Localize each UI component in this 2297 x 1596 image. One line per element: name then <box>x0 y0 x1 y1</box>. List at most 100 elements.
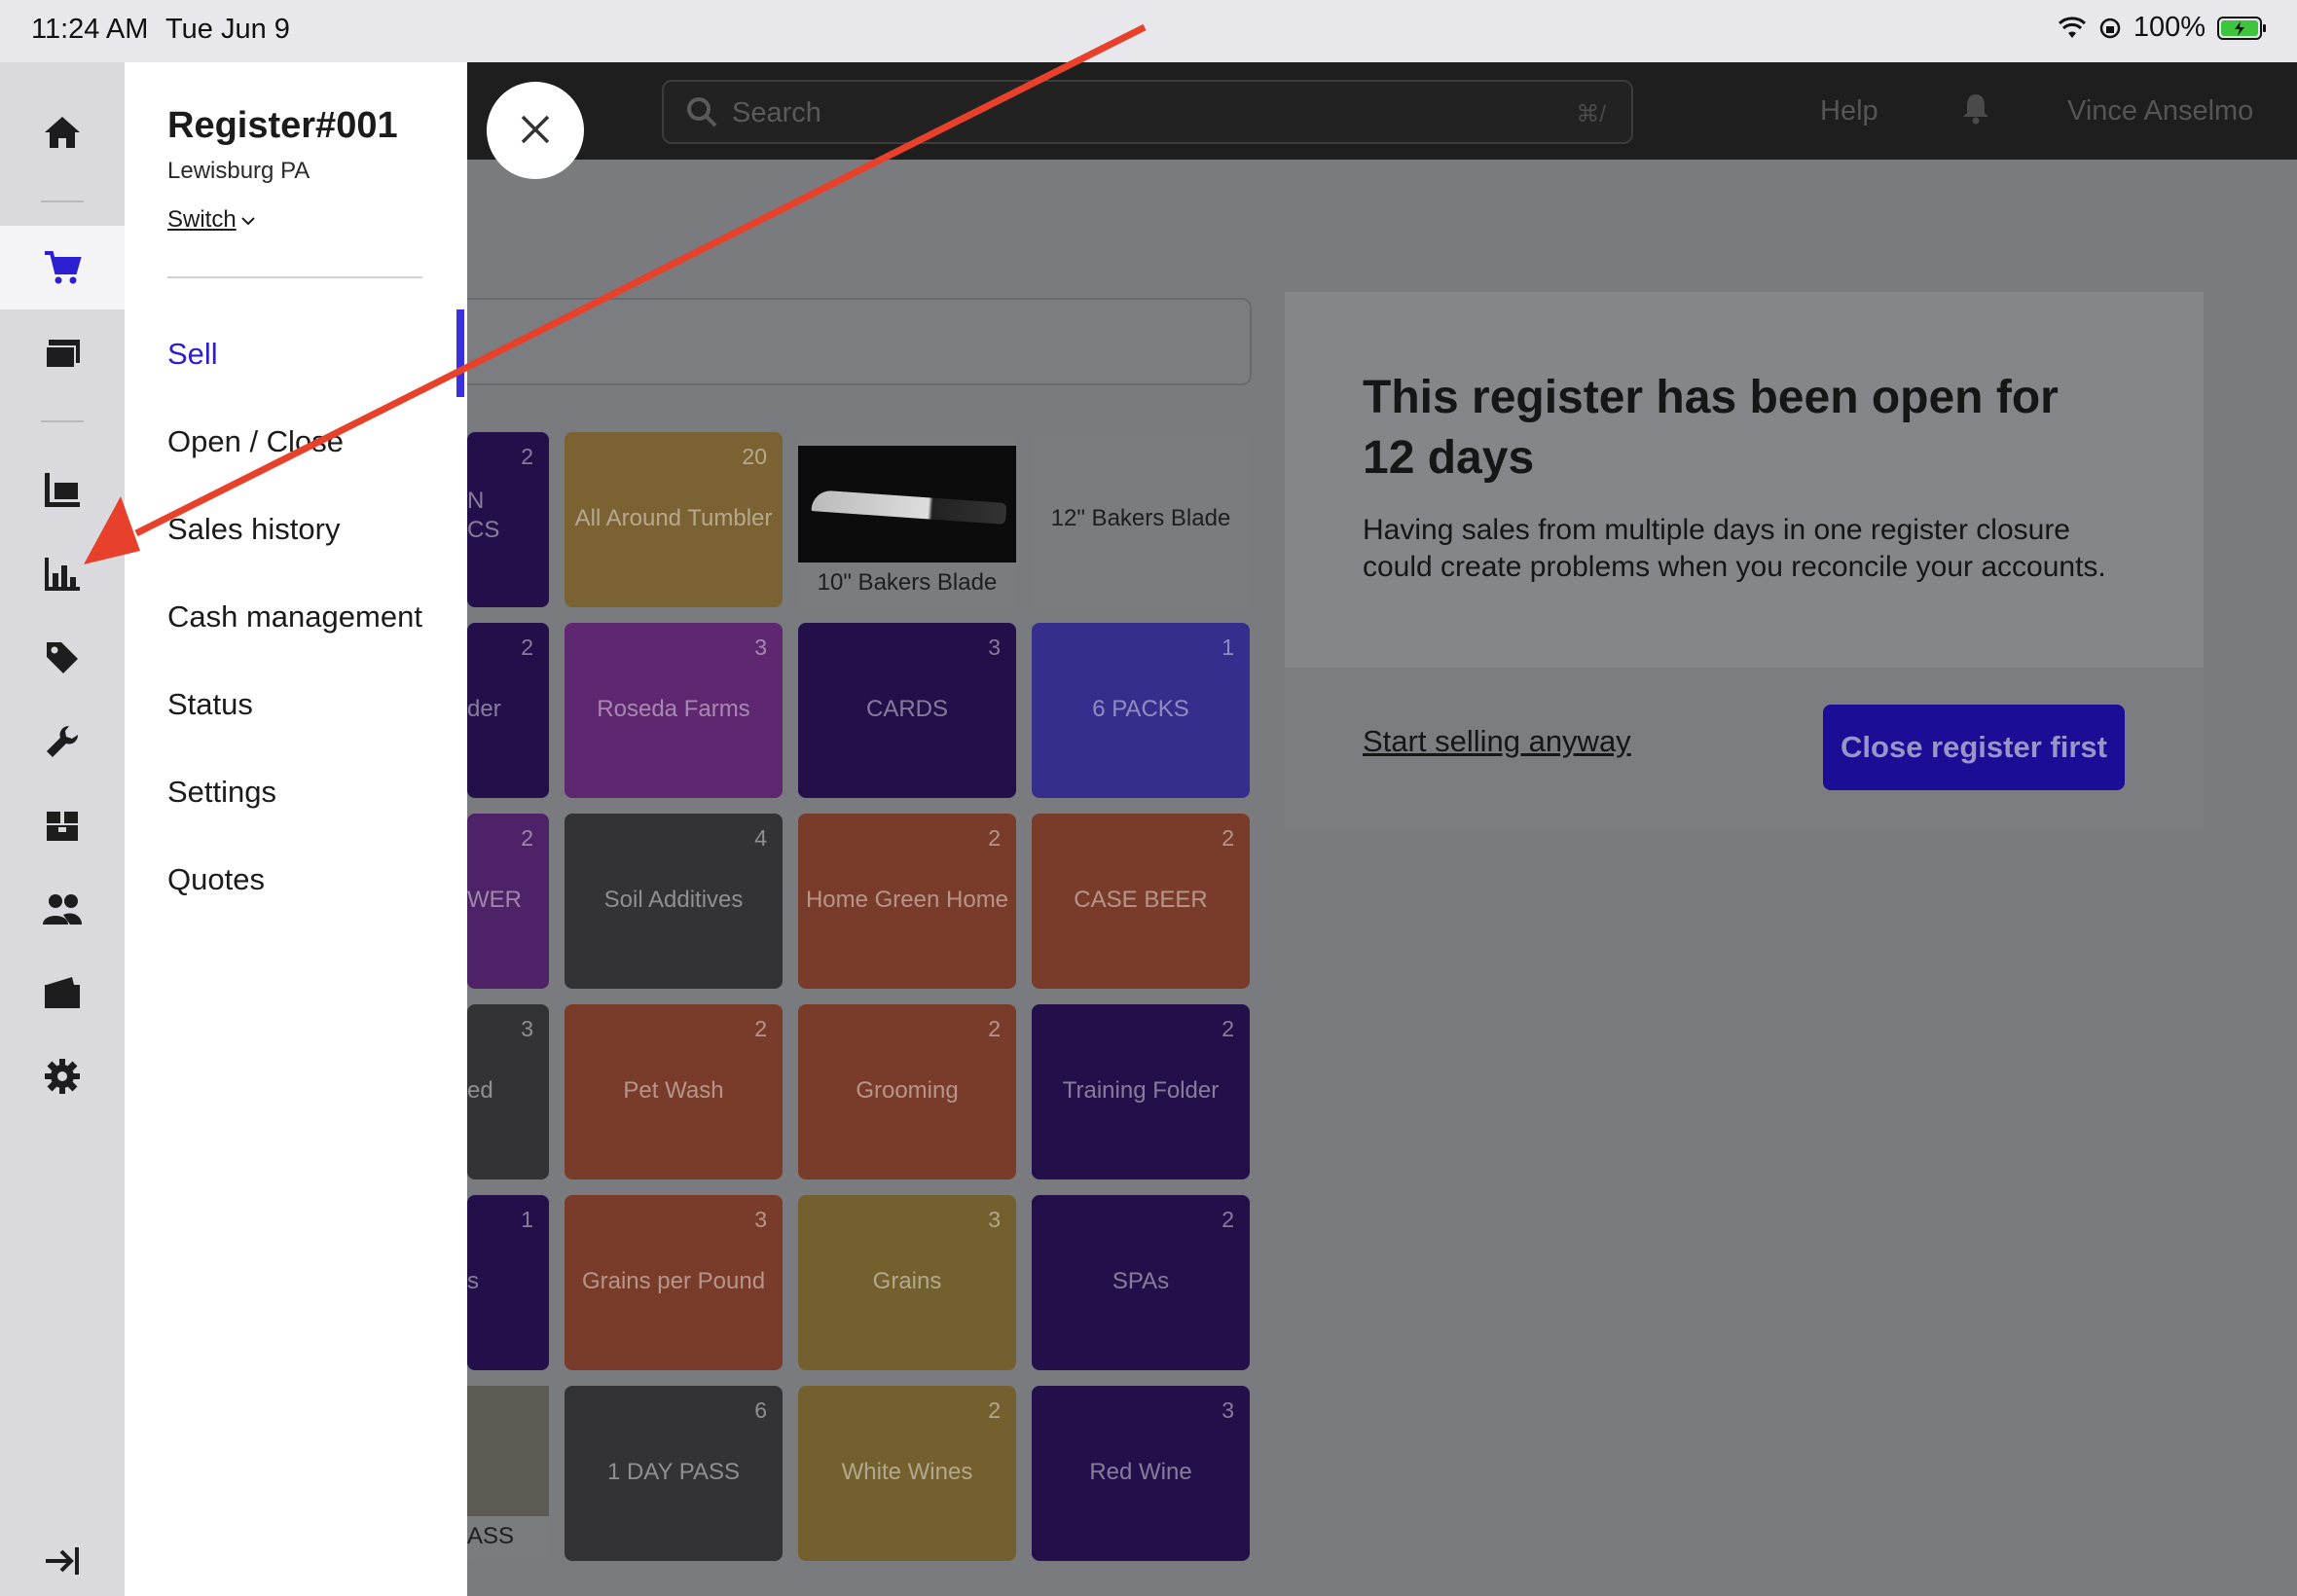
rail-setup[interactable] <box>0 703 125 780</box>
switch-label: Switch <box>167 206 237 233</box>
tile-count: 2 <box>521 635 533 660</box>
tile-count: 1 <box>1221 635 1234 660</box>
drawer-divider <box>167 276 422 278</box>
product-photo <box>467 1386 549 1516</box>
selected-indicator <box>456 309 464 397</box>
rail-inventory[interactable] <box>0 452 125 529</box>
menu-sales-history[interactable]: Sales history <box>167 512 340 547</box>
menu-settings[interactable]: Settings <box>167 775 276 810</box>
quick-key-tile[interactable]: 2 WER <box>467 814 549 989</box>
quick-key-tile[interactable]: 3 CARDS <box>798 623 1016 798</box>
rail-customers[interactable] <box>0 870 125 948</box>
quick-key-tile[interactable]: 2 der <box>467 623 549 798</box>
quick-key-tile[interactable]: 2 Grooming <box>798 1004 1016 1179</box>
rail-reports[interactable] <box>0 535 125 613</box>
rail-collapse[interactable] <box>0 1522 125 1596</box>
quick-key-tile[interactable]: 2 Pet Wash <box>565 1004 783 1179</box>
tile-label: 1 DAY PASS <box>606 1459 741 1485</box>
help-link[interactable]: Help <box>1820 95 1878 127</box>
quick-key-tile[interactable]: 2 SPAs <box>1032 1195 1250 1370</box>
tile-label: N CS <box>467 488 500 543</box>
tile-label: CASE BEER <box>1074 887 1208 913</box>
customers-icon <box>43 894 82 925</box>
tile-count: 1 <box>521 1207 533 1232</box>
stock-icon <box>47 812 78 841</box>
bell-icon[interactable] <box>1960 91 1991 125</box>
rail-divider <box>41 420 84 422</box>
quick-key-tile[interactable]: 1s <box>467 1195 549 1370</box>
wifi-icon <box>2058 16 2086 38</box>
tile-label: Soil Additives <box>603 887 744 913</box>
menu-quotes[interactable]: Quotes <box>167 862 265 897</box>
menu-sell[interactable]: Sell <box>167 337 218 372</box>
quick-key-tile[interactable]: ASS <box>467 1386 549 1561</box>
rail-settings[interactable] <box>0 1037 125 1115</box>
tile-label: 6 PACKS <box>1092 696 1189 722</box>
tile-label: der <box>467 696 501 722</box>
quick-key-tile[interactable]: 1 6 PACKS <box>1032 623 1250 798</box>
tile-label: Training Folder <box>1062 1077 1220 1104</box>
close-register-first-button[interactable]: Close register first <box>1823 705 2125 790</box>
register-name: Register#001 <box>167 105 398 146</box>
tile-count: 6 <box>754 1397 767 1423</box>
tile-label: Grooming <box>856 1077 959 1104</box>
quick-key-tile[interactable]: 2 N CS <box>467 432 549 607</box>
tile-label: Grains per Pound <box>581 1268 766 1294</box>
tile-label: s <box>467 1268 479 1294</box>
tile-label: White Wines <box>841 1459 973 1485</box>
quick-key-tile[interactable]: 4 Soil Additives <box>565 814 783 989</box>
home-icon <box>45 117 80 148</box>
close-icon <box>521 115 550 143</box>
quick-key-tile[interactable]: 3 Grains <box>798 1195 1016 1370</box>
start-selling-anyway-link[interactable]: Start selling anyway <box>1363 724 1631 759</box>
status-bar: 11:24 AM Tue Jun 9 100% <box>0 0 2297 62</box>
switch-register-link[interactable]: Switch <box>167 206 256 234</box>
search-icon <box>687 97 717 127</box>
tile-count: 2 <box>988 1397 1001 1423</box>
global-search-field[interactable]: Search ⌘/ <box>662 80 1633 144</box>
tile-count: 20 <box>742 444 767 469</box>
menu-cash-management[interactable]: Cash management <box>167 599 422 635</box>
quick-key-tile[interactable]: 3 Roseda Farms <box>565 623 783 798</box>
rail-home[interactable] <box>0 93 125 171</box>
rail-stock[interactable] <box>0 786 125 864</box>
tile-count: 3 <box>754 635 767 660</box>
wrench-icon <box>47 725 79 757</box>
rail-sell[interactable] <box>0 226 125 309</box>
product-search-input[interactable] <box>457 298 1252 385</box>
quick-key-tile[interactable]: 2 White Wines <box>798 1386 1016 1561</box>
battery-percent: 100% <box>2133 12 2206 43</box>
quick-key-tile[interactable]: 3 ed <box>467 1004 549 1179</box>
search-placeholder: Search <box>732 97 821 128</box>
quick-key-tile[interactable]: 6 1 DAY PASS <box>565 1386 783 1561</box>
menu-open-close[interactable]: Open / Close <box>167 424 344 459</box>
tile-count: 2 <box>988 825 1001 851</box>
quick-key-tile[interactable]: 12" Bakers Blade <box>1032 432 1250 607</box>
close-drawer-button[interactable] <box>487 82 584 179</box>
quick-key-tile[interactable]: 3 Grains per Pound <box>565 1195 783 1370</box>
rail-promotions[interactable] <box>0 619 125 697</box>
quick-key-tile[interactable]: 3 Red Wine <box>1032 1386 1250 1561</box>
status-indicators: 100% <box>2058 12 2268 44</box>
tile-count: 2 <box>1221 825 1234 851</box>
tile-label: CARDS <box>865 696 948 722</box>
tile-count: 2 <box>521 444 533 469</box>
tile-label: ed <box>467 1077 493 1104</box>
quick-key-tile[interactable]: 2 Training Folder <box>1032 1004 1250 1179</box>
icon-rail <box>0 62 125 1596</box>
menu-status[interactable]: Status <box>167 687 253 722</box>
user-menu[interactable]: Vince Anselmo <box>2067 95 2253 127</box>
register-open-warning: This register has been open for 12 days … <box>1285 292 2204 829</box>
tile-label: Red Wine <box>1089 1459 1192 1485</box>
tile-count: 2 <box>1221 1207 1234 1232</box>
reports-icon <box>45 558 80 591</box>
rail-gallery[interactable] <box>0 315 125 393</box>
rail-cash[interactable] <box>0 954 125 1032</box>
quick-key-tile[interactable]: 2 Home Green Home <box>798 814 1016 989</box>
wallet-icon <box>45 977 80 1008</box>
tile-label: Grains <box>872 1268 942 1294</box>
quick-key-tile[interactable]: 10" Bakers Blade <box>798 432 1016 607</box>
tile-count: 2 <box>988 1016 1001 1041</box>
quick-key-tile[interactable]: 2 CASE BEER <box>1032 814 1250 989</box>
quick-key-tile[interactable]: 20 All Around Tumbler <box>565 432 783 607</box>
